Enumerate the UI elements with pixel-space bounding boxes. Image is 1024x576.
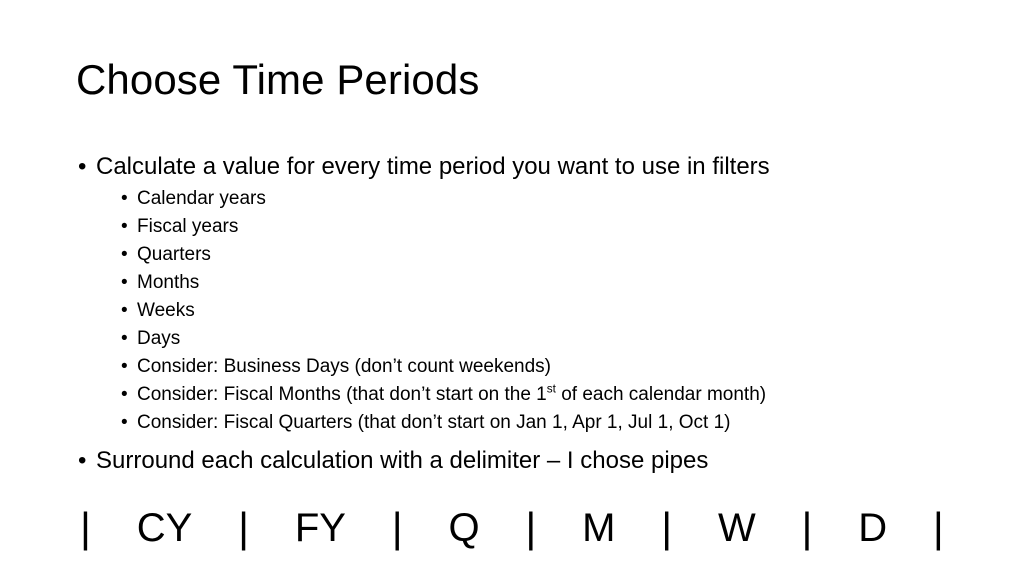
bullet-dot-icon: • <box>121 412 128 433</box>
bullet-text: Months <box>137 272 200 293</box>
pipe-delimiter-3: | <box>525 504 537 551</box>
period-token-fy: FY <box>294 506 346 550</box>
pipe-delimiter-5: | <box>801 504 813 551</box>
bullet-list-level-1: • Calculate a value for every time perio… <box>76 152 976 476</box>
bullet-item-months: • Months <box>120 269 976 297</box>
bullet-item-calculate: • Calculate a value for every time perio… <box>76 152 976 182</box>
pipe-delimiter-6: | <box>932 504 944 551</box>
bullet-dot-icon: • <box>121 272 128 293</box>
bullet-text: Weeks <box>137 300 195 321</box>
bullet-text: Days <box>137 328 181 349</box>
bullet-dot-icon: • <box>121 216 128 237</box>
slide-canvas: Choose Time Periods • Calculate a value … <box>0 0 1024 576</box>
bullet-item-fiscal-quarters: • Consider: Fiscal Quarters (that don’t … <box>120 409 976 437</box>
pipe-delimiter-4: | <box>661 504 673 551</box>
period-token-w: W <box>717 506 756 550</box>
bullet-text-after: of each calendar month) <box>555 384 767 405</box>
bullet-item-business-days: • Consider: Business Days (don’t count w… <box>120 353 976 381</box>
bullet-dot-icon: • <box>78 447 87 474</box>
bullet-dot-icon: • <box>121 188 128 209</box>
bullet-item-surround-delimiter: • Surround each calculation with a delim… <box>76 446 976 476</box>
bullet-item-quarters: • Quarters <box>120 241 976 269</box>
bullet-text: Surround each calculation with a delimit… <box>96 447 709 474</box>
bullet-dot-icon: • <box>78 153 87 180</box>
slide-body: • Calculate a value for every time perio… <box>76 152 976 478</box>
bullet-dot-icon: • <box>121 356 128 377</box>
bullet-text: Calculate a value for every time period … <box>96 153 770 180</box>
pipe-delimiter-2: | <box>391 504 403 551</box>
period-token-d: D <box>858 506 888 550</box>
bullet-text: Calendar years <box>137 188 266 209</box>
bullet-text: Consider: Fiscal Quarters (that don’t st… <box>137 412 731 433</box>
pipe-delimiter-1: | <box>238 504 250 551</box>
bullet-item-fiscal-years: • Fiscal years <box>120 213 976 241</box>
bullet-text: Consider: Business Days (don’t count wee… <box>137 356 551 377</box>
bullet-dot-icon: • <box>121 328 128 349</box>
period-token-q: Q <box>448 506 480 550</box>
bullet-dot-icon: • <box>121 384 128 405</box>
delimiter-example-row: | CY | FY | Q | M | W | D | <box>80 498 944 558</box>
pipe-delimiter-0: | <box>80 504 91 551</box>
bullet-item-calendar-years: • Calendar years <box>120 185 976 213</box>
period-token-cy: CY <box>136 506 193 550</box>
bullet-dot-icon: • <box>121 300 128 321</box>
bullet-list-level-2: • Calendar years • Fiscal years • Quarte… <box>76 185 976 437</box>
bullet-item-weeks: • Weeks <box>120 297 976 325</box>
bullet-dot-icon: • <box>121 244 128 265</box>
bullet-text: Fiscal years <box>137 216 239 237</box>
bullet-item-days: • Days <box>120 325 976 353</box>
bullet-item-fiscal-months: • Consider: Fiscal Months (that don’t st… <box>120 381 976 409</box>
bullet-text: Quarters <box>137 244 211 265</box>
page-title: Choose Time Periods <box>76 56 480 103</box>
bullet-text-before: Consider: Fiscal Months (that don’t star… <box>137 384 547 405</box>
ordinal-suffix: st <box>546 382 556 396</box>
period-token-m: M <box>582 506 616 550</box>
